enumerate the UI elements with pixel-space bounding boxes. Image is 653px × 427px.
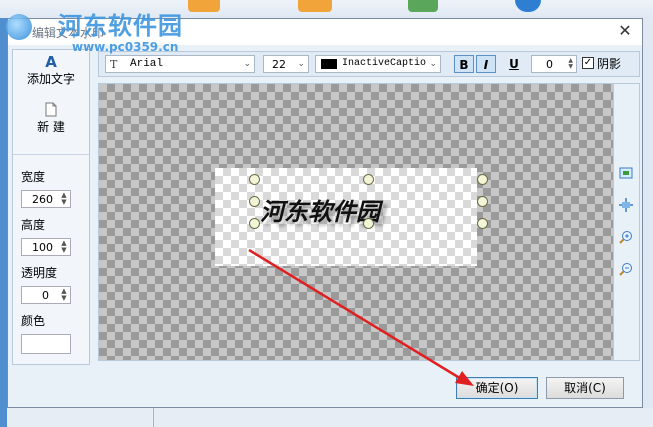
stepper-arrows-icon[interactable]: ▲ ▼ bbox=[59, 288, 69, 302]
font-size-value: 22 bbox=[272, 58, 286, 71]
stepper-arrows-icon[interactable]: ▲ ▼ bbox=[568, 58, 573, 70]
resize-handle[interactable] bbox=[363, 174, 374, 185]
fit-to-window-icon[interactable] bbox=[619, 166, 633, 180]
width-value: 260 bbox=[32, 193, 53, 206]
stepper-arrows-icon[interactable]: ▲ ▼ bbox=[59, 240, 69, 254]
cancel-button[interactable]: 取消(C) bbox=[546, 377, 624, 399]
italic-button[interactable]: I bbox=[476, 55, 496, 73]
site-logo-icon bbox=[6, 14, 32, 40]
font-icon: T bbox=[110, 58, 118, 71]
height-stepper[interactable]: 100 ▲ ▼ bbox=[21, 238, 71, 256]
resize-handle[interactable] bbox=[249, 196, 260, 207]
color-picker[interactable] bbox=[21, 334, 71, 354]
opacity-stepper[interactable]: 0 ▲ ▼ bbox=[21, 286, 71, 304]
resize-handle[interactable] bbox=[477, 218, 488, 229]
folder-icon bbox=[298, 0, 332, 12]
chevron-down-icon: ⌄ bbox=[243, 59, 251, 69]
new-document-icon bbox=[13, 102, 89, 118]
font-size-select[interactable]: 22 ⌄ bbox=[263, 55, 309, 73]
divider bbox=[153, 408, 154, 427]
add-text-label: 添加文字 bbox=[26, 72, 75, 86]
resize-handle[interactable] bbox=[477, 196, 488, 207]
height-label: 高度 bbox=[21, 218, 46, 232]
underline-button[interactable]: U bbox=[504, 55, 524, 73]
add-text-button[interactable]: A 添加文字 bbox=[13, 54, 89, 87]
spacing-value: 0 bbox=[546, 58, 553, 71]
resize-handle[interactable] bbox=[249, 218, 260, 229]
canvas-tool-panel bbox=[614, 83, 640, 361]
tool-panel: A 添加文字 新 建 宽度 260 ▲ ▼ 高度 100 ▲ ▼ 透明度 0 ▲ ▼ … bbox=[12, 49, 90, 365]
resize-handle[interactable] bbox=[363, 218, 374, 229]
text-color-value: InactiveCaptio bbox=[342, 58, 427, 69]
preview-canvas[interactable]: 河东软件园 bbox=[98, 83, 614, 361]
width-stepper[interactable]: 260 ▲ ▼ bbox=[21, 190, 71, 208]
folder-icon bbox=[188, 0, 220, 12]
text-color-select[interactable]: InactiveCaptio ⌄ bbox=[315, 55, 441, 73]
opacity-value: 0 bbox=[42, 289, 49, 302]
bold-button[interactable]: B bbox=[454, 55, 474, 73]
height-value: 100 bbox=[32, 241, 53, 254]
color-swatch-icon bbox=[321, 59, 337, 69]
font-family-value: Arial bbox=[130, 58, 164, 70]
edit-icon bbox=[408, 0, 438, 12]
chevron-down-icon: ⌄ bbox=[429, 59, 437, 69]
opacity-label: 透明度 bbox=[21, 266, 58, 280]
watermark-text-box[interactable]: 河东软件园 bbox=[215, 168, 488, 266]
text-a-icon: A bbox=[45, 53, 57, 71]
new-button[interactable]: 新 建 bbox=[13, 102, 89, 135]
zoom-in-icon[interactable] bbox=[619, 230, 633, 244]
center-icon[interactable] bbox=[619, 198, 633, 212]
close-button[interactable]: ✕ bbox=[616, 21, 634, 41]
watermark-text: 河东软件园 bbox=[260, 197, 380, 226]
color-label: 颜色 bbox=[21, 314, 46, 328]
chevron-down-icon: ⌄ bbox=[297, 59, 305, 69]
font-family-select[interactable]: T Arial ⌄ bbox=[105, 55, 255, 73]
info-icon bbox=[515, 0, 541, 12]
resize-handle[interactable] bbox=[249, 174, 260, 185]
new-label: 新 建 bbox=[37, 120, 65, 134]
shadow-checkbox[interactable]: ✓ bbox=[582, 57, 594, 69]
spacing-stepper[interactable]: 0 ▲ ▼ bbox=[531, 55, 577, 73]
ok-button[interactable]: 确定(O) bbox=[456, 377, 538, 399]
background-window-edge bbox=[0, 0, 7, 427]
stepper-arrows-icon[interactable]: ▲ ▼ bbox=[59, 192, 69, 206]
site-watermark-url: www.pc0359.cn bbox=[72, 40, 179, 54]
divider bbox=[13, 154, 89, 155]
text-watermark-dialog: 编辑文本水印 ✕ A 添加文字 新 建 宽度 260 ▲ ▼ 高度 100 ▲ ▼ … bbox=[7, 18, 643, 408]
width-label: 宽度 bbox=[21, 170, 46, 184]
format-toolbar: T Arial ⌄ 22 ⌄ InactiveCaptio ⌄ B I U 0 … bbox=[98, 51, 640, 77]
resize-handle[interactable] bbox=[477, 174, 488, 185]
background-statusbar bbox=[7, 408, 653, 427]
site-watermark-title: 河东软件园 bbox=[58, 11, 183, 40]
shadow-label: 阴影 bbox=[597, 57, 622, 71]
zoom-out-icon[interactable] bbox=[619, 262, 633, 276]
